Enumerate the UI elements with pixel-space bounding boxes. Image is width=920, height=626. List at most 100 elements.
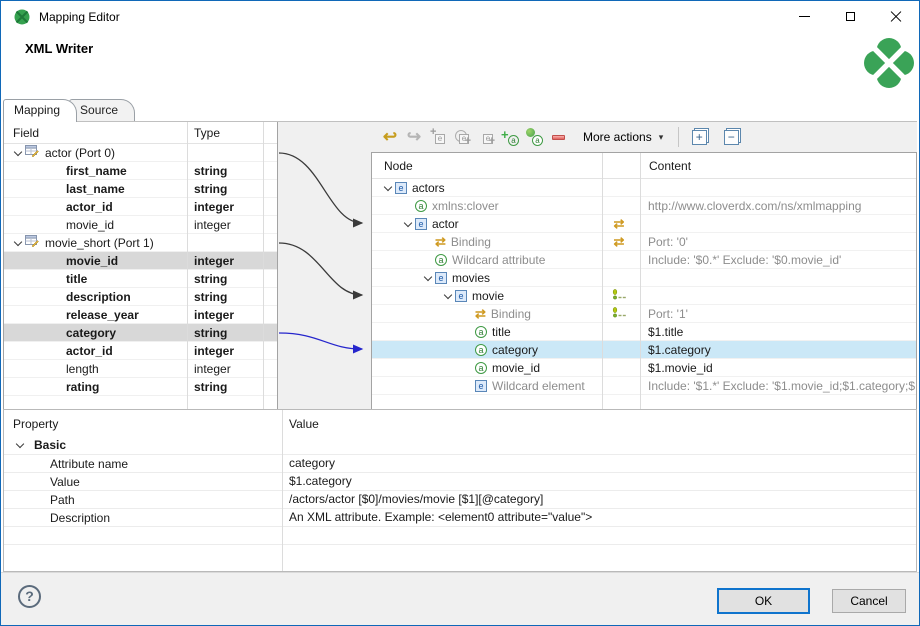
tree-node-label: category xyxy=(492,341,538,359)
unmap-selection-button: ↪ xyxy=(403,126,425,148)
mapping-editor-dialog: Mapping Editor XML Writer MappingSource … xyxy=(0,0,920,626)
expander-chevron-icon[interactable] xyxy=(380,187,395,190)
expander-chevron-icon[interactable] xyxy=(10,152,25,155)
field-row[interactable]: movie_short (Port 1) xyxy=(4,234,277,252)
redo-arrow-icon: ↪ xyxy=(407,127,421,147)
expander-chevron-icon[interactable] xyxy=(420,277,435,280)
property-group-name: Basic xyxy=(34,437,66,454)
more-actions-button[interactable]: More actions▾ xyxy=(577,128,669,146)
field-row[interactable]: lengthinteger xyxy=(4,360,277,378)
field-row[interactable]: movie_idinteger xyxy=(4,216,277,234)
maximize-button[interactable] xyxy=(827,1,873,32)
chevron-down-icon xyxy=(13,237,21,245)
binding-swap-icon: ⇄ xyxy=(435,236,446,248)
tree-row[interactable]: aWildcard attributeInclude: '$0.*' Exclu… xyxy=(372,251,916,269)
field-name: category xyxy=(66,324,116,342)
expand-all-icon: + xyxy=(692,130,707,145)
field-row[interactable]: titlestring xyxy=(4,270,277,288)
field-type: string xyxy=(194,162,227,180)
column-header-type: Type xyxy=(194,126,220,140)
remove-button[interactable] xyxy=(547,126,569,148)
tree-row[interactable]: eactors xyxy=(372,179,916,197)
field-type: string xyxy=(194,180,227,198)
window-title: Mapping Editor xyxy=(39,10,120,24)
property-row[interactable]: Value$1.category xyxy=(4,472,916,490)
tree-node-label: actor xyxy=(432,215,459,233)
field-name: movie_short (Port 1) xyxy=(45,234,154,252)
tree-row[interactable]: amovie_id$1.movie_id xyxy=(372,359,916,377)
property-row[interactable]: Attribute namecategory xyxy=(4,454,916,472)
property-name: Description xyxy=(4,509,282,527)
maximize-icon xyxy=(846,12,855,21)
tree-node-cell: amovie_id xyxy=(372,359,602,377)
collapse-all-button[interactable]: − xyxy=(720,126,742,148)
tree-content-cell: Include: '$1.*' Exclude: '$1.movie_id;$1… xyxy=(648,377,916,395)
cancel-button[interactable]: Cancel xyxy=(832,589,906,613)
wrap-with-element-button: e+ xyxy=(451,126,473,148)
chevron-down-icon xyxy=(15,439,23,447)
field-row[interactable]: first_name string xyxy=(4,162,277,180)
field-name: actor_id xyxy=(66,342,113,360)
expander-chevron-icon[interactable] xyxy=(440,295,455,298)
attribute-icon: a xyxy=(475,344,487,356)
tree-row[interactable]: ⇄Binding⇄Port: '0' xyxy=(372,233,916,251)
element-wrap-icon: e+ xyxy=(453,128,471,146)
tree-row[interactable]: emovie xyxy=(372,287,916,305)
tab-mapping[interactable]: Mapping xyxy=(3,99,77,122)
add-attribute-icon: +a xyxy=(501,128,519,146)
field-label-cell: actor_id xyxy=(4,342,113,360)
tree-node-label: Wildcard element xyxy=(492,377,585,395)
field-label-cell: length xyxy=(4,360,99,378)
property-group-row[interactable]: Basic xyxy=(4,436,916,454)
tree-row[interactable]: atitle$1.title xyxy=(372,323,916,341)
tree-row[interactable]: eWildcard elementInclude: '$1.*' Exclude… xyxy=(372,377,916,395)
ok-button[interactable]: OK xyxy=(717,588,810,614)
help-button[interactable]: ? xyxy=(18,585,41,608)
tree-node-cell: eactor xyxy=(372,215,602,233)
expander-chevron-icon[interactable] xyxy=(12,444,27,447)
tree-row[interactable]: ⇄BindingPort: '1' xyxy=(372,305,916,323)
add-attribute-button[interactable]: +a xyxy=(499,126,521,148)
property-panel-header: Property Value xyxy=(4,410,916,436)
mapping-tab-content: Field Type actor (Port 0)first_namestrin… xyxy=(3,121,917,409)
tab-source[interactable]: Source xyxy=(69,99,135,121)
field-row[interactable]: actor (Port 0) xyxy=(4,144,277,162)
property-row[interactable]: Path/actors/actor [$0]/movies/movie [$1]… xyxy=(4,490,916,508)
field-label-cell: description xyxy=(4,288,131,306)
column-header-value: Value xyxy=(289,417,319,431)
xml-mapping-panel: ↩↪e+e+e++aaMore actions▾+− Node Content … xyxy=(371,122,917,410)
tree-node-cell: a category xyxy=(372,341,602,359)
expand-all-button[interactable]: + xyxy=(688,126,710,148)
column-header-property: Property xyxy=(13,417,58,431)
field-row[interactable]: actor_idinteger xyxy=(4,198,277,216)
field-row[interactable]: last_name string xyxy=(4,180,277,198)
tree-binding-cell xyxy=(603,287,640,305)
field-name: last_name xyxy=(66,180,125,198)
tree-row[interactable]: eactor⇄ xyxy=(372,215,916,233)
tree-row[interactable]: acategory$1.category xyxy=(372,341,916,359)
field-row[interactable]: categorystring xyxy=(4,324,277,342)
property-name: Attribute name xyxy=(4,455,282,473)
expander-chevron-icon[interactable] xyxy=(400,223,415,226)
column-divider xyxy=(187,122,188,409)
field-name: first_name xyxy=(66,162,127,180)
tree-row[interactable]: emovies xyxy=(372,269,916,287)
map-selection-button[interactable]: ↩ xyxy=(379,126,401,148)
minimize-button[interactable] xyxy=(781,1,827,32)
expander-chevron-icon[interactable] xyxy=(10,242,25,245)
tree-row[interactable]: axmlns:cloverhttp://www.cloverdx.com/ns/… xyxy=(372,197,916,215)
column-divider xyxy=(282,410,283,571)
property-row[interactable]: DescriptionAn XML attribute. Example: <e… xyxy=(4,508,916,526)
field-label-cell: movie_short (Port 1) xyxy=(4,234,154,252)
chevron-down-icon xyxy=(383,182,391,190)
close-button[interactable] xyxy=(873,1,919,32)
property-value: $1.category xyxy=(289,473,912,491)
field-type: string xyxy=(194,378,227,396)
field-row[interactable]: release_yearinteger xyxy=(4,306,277,324)
undo-arrow-icon: ↩ xyxy=(383,127,397,147)
field-row[interactable]: ratingstring xyxy=(4,378,277,396)
add-wildcard-attribute-button[interactable]: a xyxy=(523,126,545,148)
field-row[interactable]: actor_idinteger xyxy=(4,342,277,360)
field-row[interactable]: descriptionstring xyxy=(4,288,277,306)
field-row[interactable]: movie_idinteger xyxy=(4,252,277,270)
